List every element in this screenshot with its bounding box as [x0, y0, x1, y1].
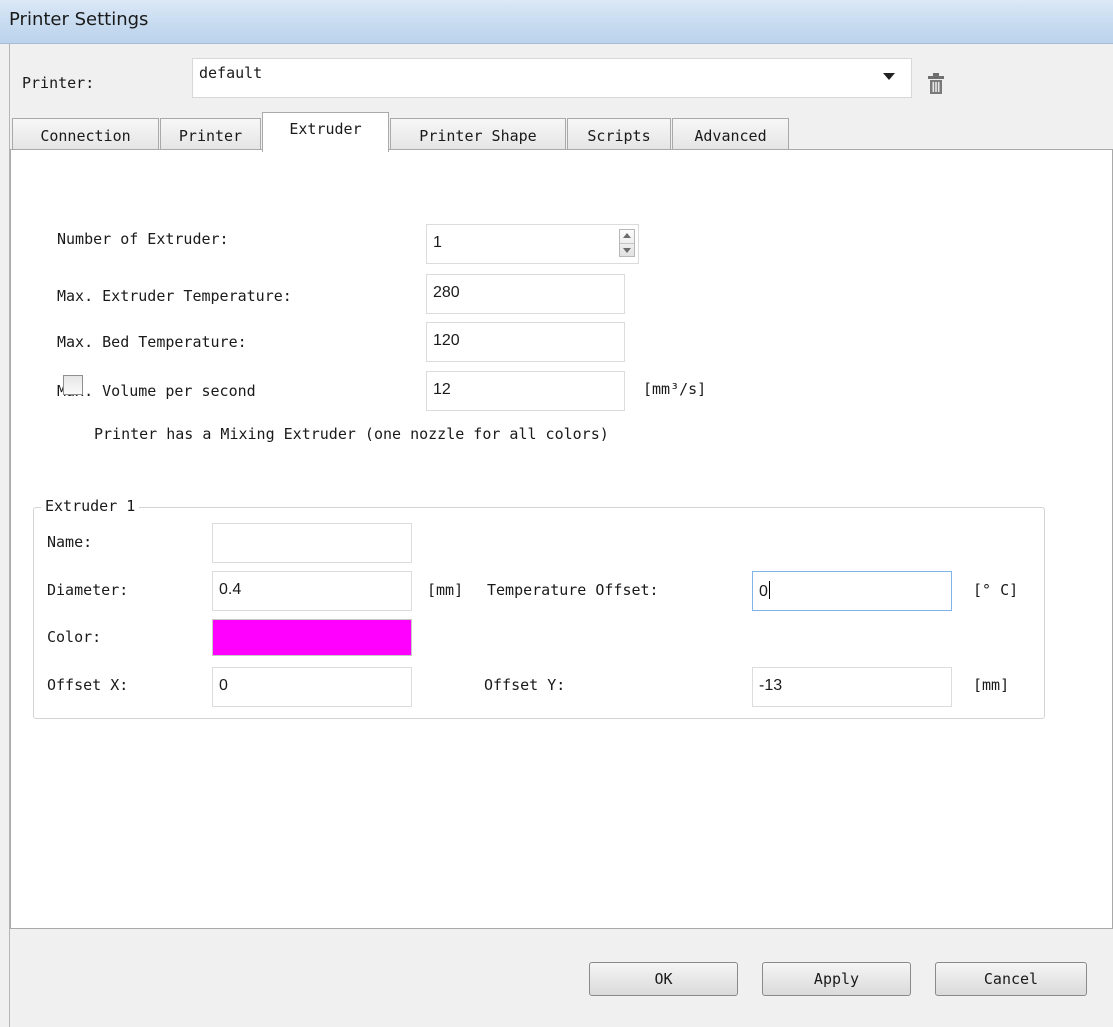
- color-label: Color:: [47, 628, 102, 646]
- printer-select[interactable]: default: [192, 58, 912, 98]
- temp-offset-value: 0: [759, 583, 768, 600]
- offset-y-input[interactable]: -13: [752, 667, 952, 707]
- apply-button[interactable]: Apply: [762, 962, 911, 996]
- tab-scripts[interactable]: Scripts: [567, 118, 671, 151]
- diameter-label: Diameter:: [47, 581, 129, 599]
- max-volume-input[interactable]: 12: [426, 371, 625, 411]
- offset-x-label: Offset X:: [47, 676, 129, 694]
- ok-button[interactable]: OK: [589, 962, 738, 996]
- max-extruder-temp-input[interactable]: 280: [426, 274, 625, 314]
- num-extruders-value: 1: [433, 234, 442, 251]
- max-extruder-temp-label: Max. Extruder Temperature:: [57, 287, 292, 305]
- temp-offset-label: Temperature Offset:: [487, 581, 659, 599]
- extruder-name-label: Name:: [47, 533, 93, 551]
- max-bed-temp-label: Max. Bed Temperature:: [57, 333, 247, 351]
- diameter-input[interactable]: 0.4: [212, 571, 412, 611]
- printer-settings-dialog: Printer: default Connection Printer Extr…: [9, 44, 1113, 1027]
- chevron-down-icon[interactable]: [883, 73, 895, 80]
- offset-x-input[interactable]: 0: [212, 667, 412, 707]
- max-volume-unit: [mm³/s]: [643, 380, 707, 398]
- max-volume-label: Max. Volume per second: [57, 382, 256, 400]
- num-extruders-spinbox[interactable]: 1: [426, 224, 639, 264]
- tab-advanced[interactable]: Advanced: [672, 118, 789, 151]
- tab-printer-shape[interactable]: Printer Shape: [390, 118, 566, 151]
- offset-y-label: Offset Y:: [484, 676, 566, 694]
- temp-offset-unit: [° C]: [973, 581, 1019, 599]
- num-extruders-label: Number of Extruder:: [57, 230, 229, 248]
- settings-tabs: Connection Printer Extruder Printer Shap…: [10, 112, 1113, 152]
- printer-select-value: default: [199, 64, 263, 82]
- spinner-arrows-icon[interactable]: [619, 229, 635, 257]
- text-cursor: [768, 581, 770, 599]
- cancel-button[interactable]: Cancel: [935, 962, 1087, 996]
- offset-y-unit: [mm]: [973, 676, 1010, 694]
- temp-offset-input[interactable]: 0: [752, 571, 952, 611]
- tab-printer[interactable]: Printer: [160, 118, 261, 151]
- tab-connection[interactable]: Connection: [12, 118, 159, 151]
- window-title: Printer Settings: [9, 9, 149, 30]
- tab-extruder[interactable]: Extruder: [262, 112, 389, 152]
- title-bar: Printer Settings: [0, 0, 1113, 44]
- color-swatch[interactable]: [212, 619, 412, 656]
- max-bed-temp-input[interactable]: 120: [426, 322, 625, 362]
- extruder-1-group-title: Extruder 1: [41, 497, 140, 515]
- trash-icon[interactable]: [926, 72, 946, 96]
- printer-label: Printer:: [22, 74, 95, 92]
- mixing-extruder-checkbox[interactable]: [63, 375, 83, 395]
- diameter-unit: [mm]: [427, 581, 464, 599]
- extruder-name-input[interactable]: [212, 523, 412, 563]
- extruder-panel: Number of Extruder: 1 Max. Extruder Temp…: [10, 149, 1113, 929]
- mixing-extruder-label[interactable]: Printer has a Mixing Extruder (one nozzl…: [94, 425, 609, 443]
